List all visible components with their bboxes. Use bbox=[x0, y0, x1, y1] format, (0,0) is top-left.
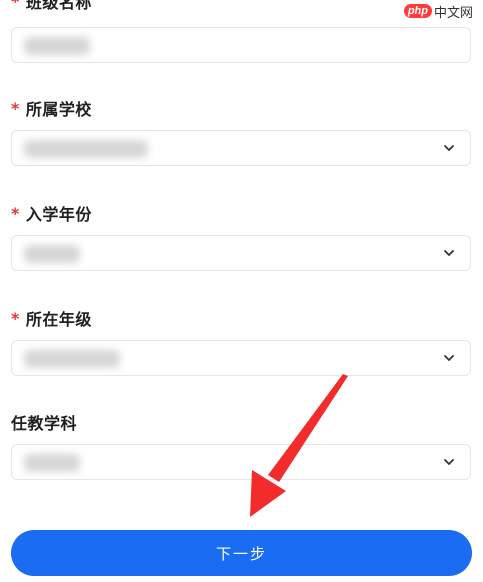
chevron-down-icon bbox=[444, 145, 454, 151]
class-name-input[interactable] bbox=[11, 27, 471, 63]
chevron-down-icon bbox=[444, 355, 454, 361]
watermark-logo: php 中文网 bbox=[403, 1, 473, 21]
school-select[interactable] bbox=[11, 130, 471, 166]
enroll-year-label: * 入学年份 bbox=[11, 201, 92, 225]
subject-label-text: 任教学科 bbox=[11, 414, 78, 433]
enroll-year-label-text: 入学年份 bbox=[25, 205, 92, 224]
required-mark: * bbox=[11, 98, 20, 118]
subject-select[interactable] bbox=[11, 444, 471, 480]
redacted-value bbox=[24, 454, 80, 472]
redacted-value bbox=[24, 245, 80, 263]
redacted-value bbox=[24, 350, 120, 368]
enroll-year-select[interactable] bbox=[11, 235, 471, 271]
redacted-value bbox=[24, 140, 148, 158]
redacted-value bbox=[24, 37, 90, 55]
school-label: * 所属学校 bbox=[11, 96, 92, 120]
next-button[interactable]: 下一步 bbox=[11, 530, 472, 576]
class-name-label-text: 班级名称 bbox=[25, 0, 92, 12]
subject-label: 任教学科 bbox=[11, 410, 77, 434]
class-name-label: * 班级名称 bbox=[11, 0, 92, 13]
logo-badge: php bbox=[403, 4, 432, 18]
chevron-down-icon bbox=[444, 250, 454, 256]
grade-label: * 所在年级 bbox=[11, 306, 92, 330]
school-label-text: 所属学校 bbox=[25, 100, 92, 119]
annotation-arrow-icon bbox=[250, 374, 348, 517]
required-mark: * bbox=[11, 308, 20, 328]
chevron-down-icon bbox=[444, 459, 454, 465]
grade-label-text: 所在年级 bbox=[25, 310, 92, 329]
required-mark: * bbox=[11, 203, 20, 223]
required-mark: * bbox=[11, 0, 20, 11]
logo-text: 中文网 bbox=[433, 5, 473, 21]
grade-select[interactable] bbox=[11, 340, 471, 376]
